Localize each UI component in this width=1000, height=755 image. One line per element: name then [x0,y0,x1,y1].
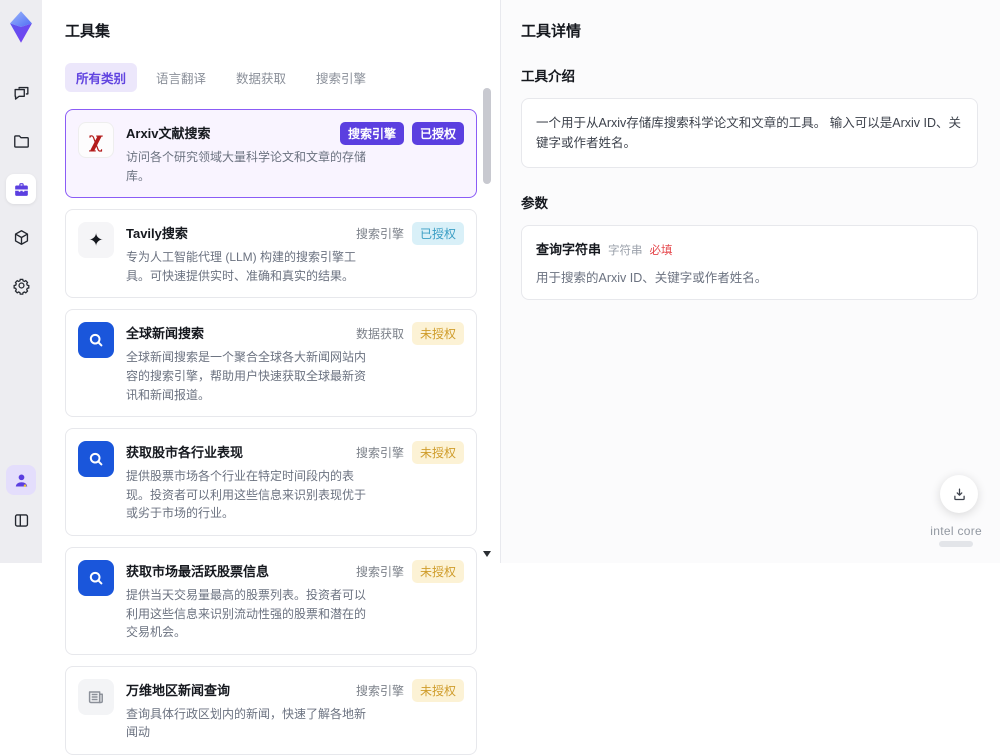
tool-card-list: χ Arxiv文献搜索 访问各个研究领域大量科学论文和文章的存储库。 搜索引擎 … [65,109,477,755]
tool-badges: 搜索引擎 未授权 [356,679,464,702]
tool-name: 万维地区新闻查询 [126,680,368,699]
tool-card-arxiv[interactable]: χ Arxiv文献搜索 访问各个研究领域大量科学论文和文章的存储库。 搜索引擎 … [65,109,477,198]
intel-core-branding: intel core [930,524,982,547]
blue-search-icon [78,560,114,596]
sidebar-item-account[interactable] [6,465,36,495]
tool-name: 全球新闻搜索 [126,323,368,342]
tool-badges: 搜索引擎 未授权 [356,560,464,583]
list-scrollbar[interactable] [483,88,491,559]
params-heading: 参数 [521,192,978,212]
tool-description: 专为人工智能代理 (LLM) 构建的搜索引擎工具。可快速提供实时、准确和真实的结… [126,248,368,285]
sidebar-item-models[interactable] [6,222,36,252]
tool-list-panel: 工具集 所有类别 语言翻译 数据获取 搜索引擎 χ Arxiv文献搜索 访问各个… [42,0,500,563]
scroll-down-arrow-icon[interactable] [483,551,491,557]
status-badge: 未授权 [412,560,464,583]
folder-icon [12,132,31,151]
intro-text-box: 一个用于从Arxiv存储库搜索科学论文和文章的工具。 输入可以是Arxiv ID… [521,98,978,168]
status-badge: 未授权 [412,441,464,464]
tab-data-fetching[interactable]: 数据获取 [225,63,297,92]
settings-gear-icon [12,276,31,295]
category-label: 数据获取 [356,325,404,342]
category-label: 搜索引擎 [356,563,404,580]
blue-search-icon [78,322,114,358]
toolbox-icon [12,180,31,199]
sidebar-item-collapse[interactable] [6,505,36,535]
tool-card-regional-news[interactable]: 万维地区新闻查询 查询具体行政区划内的新闻，快速了解各地新闻动 搜索引擎 未授权 [65,666,477,755]
status-badge: 已授权 [412,222,464,245]
user-icon [12,471,31,490]
tool-card-global-news[interactable]: 全球新闻搜索 全球新闻搜索是一个聚合全球各大新闻网站内容的搜索引擎，帮助用户快速… [65,309,477,417]
tool-name: Tavily搜索 [126,223,368,242]
parameter-type: 字符串 [608,242,643,258]
status-badge: 未授权 [412,679,464,702]
tool-card-active-stocks[interactable]: 获取市场最活跃股票信息 提供当天交易量最高的股票列表。投资者可以利用这些信息来识… [65,547,477,655]
tab-language-translation[interactable]: 语言翻译 [145,63,217,92]
blue-search-icon [78,441,114,477]
panel-toggle-icon [12,511,31,530]
tool-badges: 搜索引擎 已授权 [340,122,464,145]
status-badge: 已授权 [412,122,464,145]
parameter-card: 查询字符串 字符串 必填 用于搜索的Arxiv ID、关键字或作者姓名。 [521,225,978,300]
tool-name: 获取市场最活跃股票信息 [126,561,368,580]
download-button[interactable] [940,475,978,513]
tool-description: 访问各个研究领域大量科学论文和文章的存储库。 [126,148,368,185]
tool-description: 查询具体行政区划内的新闻，快速了解各地新闻动 [126,705,368,742]
tab-all-categories[interactable]: 所有类别 [65,63,137,92]
category-badge: 搜索引擎 [340,122,404,145]
brand-sub-mark [939,541,973,547]
tool-description: 提供股票市场各个行业在特定时间段内的表现。投资者可以利用这些信息来识别表现优于或… [126,467,368,523]
tool-badges: 搜索引擎 已授权 [356,222,464,245]
sidebar-rail [0,0,42,563]
page-title: 工具集 [65,20,476,41]
tool-card-tavily[interactable]: ✦ Tavily搜索 专为人工智能代理 (LLM) 构建的搜索引擎工具。可快速提… [65,209,477,298]
category-tabs: 所有类别 语言翻译 数据获取 搜索引擎 [65,63,476,92]
sidebar-item-toolbox[interactable] [6,174,36,204]
tab-search-engine[interactable]: 搜索引擎 [305,63,377,92]
download-icon [951,486,968,503]
newspaper-icon [78,679,114,715]
sparkle-star-icon: ✦ [78,222,114,258]
status-badge: 未授权 [412,322,464,345]
sidebar-item-chat[interactable] [6,78,36,108]
tool-name: Arxiv文献搜索 [126,123,368,142]
category-label: 搜索引擎 [356,225,404,242]
detail-title: 工具详情 [521,20,978,41]
app-logo [6,10,36,44]
parameter-header: 查询字符串 字符串 必填 [536,239,963,258]
chat-icon [12,84,31,103]
cube-icon [12,228,31,247]
scrollbar-thumb[interactable] [483,88,491,184]
intel-core-logo-text: intel core [930,524,982,538]
required-label: 必填 [650,242,673,258]
category-label: 搜索引擎 [356,444,404,461]
tool-description: 提供当天交易量最高的股票列表。投资者可以利用这些信息来识别流动性强的股票和潜在的… [126,586,368,642]
tool-card-sector-performance[interactable]: 获取股市各行业表现 提供股票市场各个行业在特定时间段内的表现。投资者可以利用这些… [65,428,477,536]
arxiv-chi-logo-icon: χ [78,122,114,158]
sidebar-item-settings[interactable] [6,270,36,300]
parameter-description: 用于搜索的Arxiv ID、关键字或作者姓名。 [536,267,963,286]
sidebar-item-files[interactable] [6,126,36,156]
tool-description: 全球新闻搜索是一个聚合全球各大新闻网站内容的搜索引擎，帮助用户快速获取全球最新资… [126,348,368,404]
tool-name: 获取股市各行业表现 [126,442,368,461]
category-label: 搜索引擎 [356,682,404,699]
tool-badges: 搜索引擎 未授权 [356,441,464,464]
parameter-name: 查询字符串 [536,239,601,258]
intro-heading: 工具介绍 [521,65,978,85]
tool-detail-panel: 工具详情 工具介绍 一个用于从Arxiv存储库搜索科学论文和文章的工具。 输入可… [500,0,1000,563]
tool-badges: 数据获取 未授权 [356,322,464,345]
